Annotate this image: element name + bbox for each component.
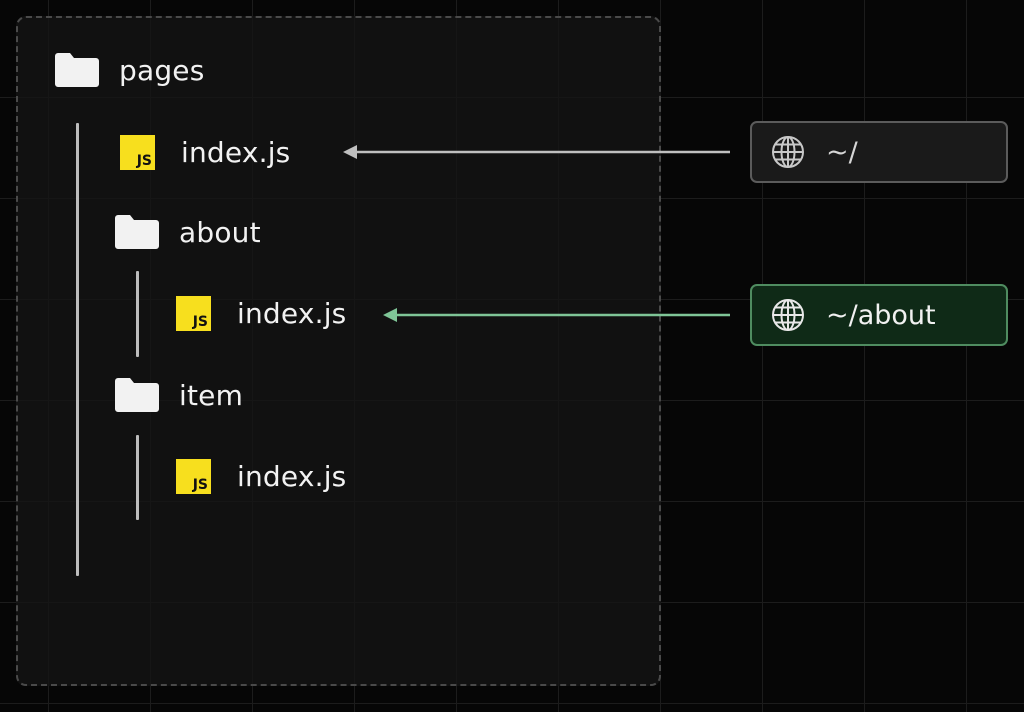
- about-tree-line: [136, 271, 139, 357]
- folder-pages-label: pages: [119, 53, 205, 87]
- folder-icon: [115, 378, 159, 412]
- file-item-index[interactable]: JS index.js: [176, 459, 346, 494]
- folder-pages[interactable]: pages: [55, 53, 205, 87]
- route-about[interactable]: ~/about: [750, 284, 1008, 346]
- js-icon: JS: [176, 296, 211, 331]
- pages-directory-panel: [16, 16, 661, 686]
- file-pages-index[interactable]: JS index.js: [120, 135, 290, 170]
- pages-tree-line: [76, 123, 79, 576]
- folder-about[interactable]: about: [115, 215, 261, 249]
- js-icon: JS: [120, 135, 155, 170]
- file-item-index-label: index.js: [237, 460, 347, 493]
- folder-icon: [55, 53, 99, 87]
- route-about-path: ~/about: [826, 299, 936, 331]
- diagram-canvas: pages JS index.js about JS index.js item…: [0, 0, 1024, 712]
- folder-item-label: item: [179, 378, 244, 412]
- globe-icon: [772, 299, 804, 331]
- globe-icon: [772, 136, 804, 168]
- folder-item[interactable]: item: [115, 378, 243, 412]
- file-about-index-label: index.js: [237, 297, 347, 330]
- folder-icon: [115, 215, 159, 249]
- file-pages-index-label: index.js: [181, 136, 291, 169]
- item-tree-line: [136, 435, 139, 520]
- file-about-index[interactable]: JS index.js: [176, 296, 346, 331]
- route-root-path: ~/: [826, 136, 858, 168]
- folder-about-label: about: [179, 215, 261, 249]
- js-icon: JS: [176, 459, 211, 494]
- route-root[interactable]: ~/: [750, 121, 1008, 183]
